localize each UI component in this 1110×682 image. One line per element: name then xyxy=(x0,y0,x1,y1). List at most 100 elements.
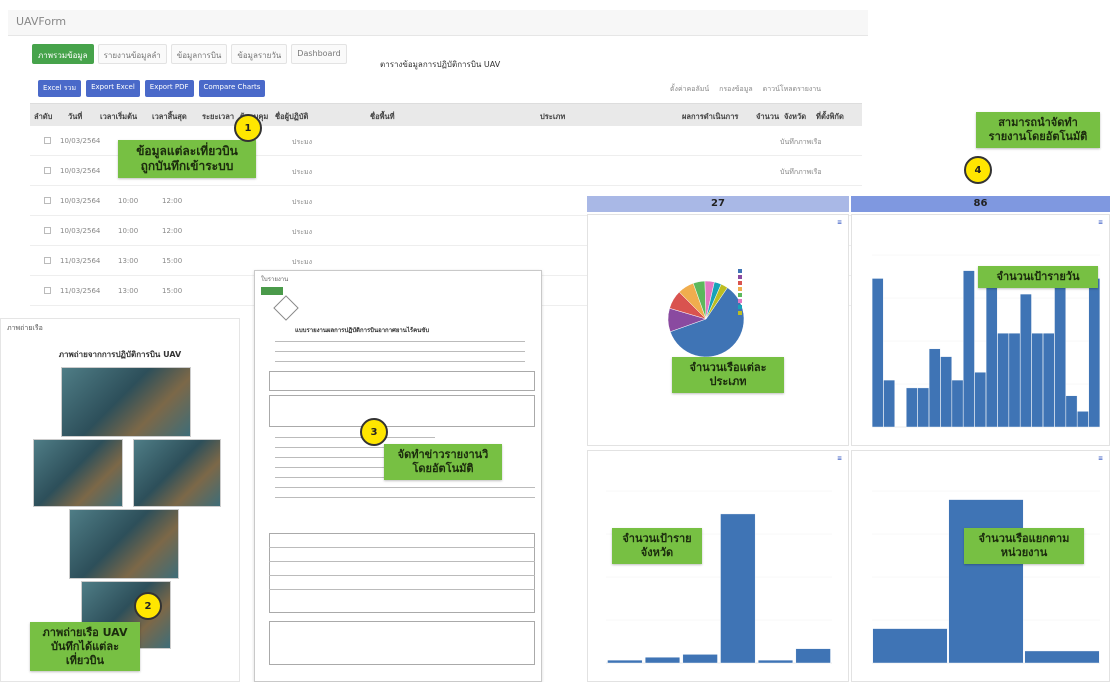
callout-province-targets: จำนวนเป้าราย จังหวัด xyxy=(612,528,702,564)
row-checkbox[interactable] xyxy=(44,197,51,204)
form-line xyxy=(275,497,535,498)
document-title: ใบรายงาน xyxy=(261,276,289,283)
col-header-duration[interactable]: ระยะเวลา xyxy=(202,111,234,123)
callout-agency-vessels: จำนวนเรือแยกตาม หน่วยงาน xyxy=(964,528,1084,564)
row-result: บันทึกภาพเรือ xyxy=(780,168,822,176)
row-checkbox[interactable] xyxy=(44,287,51,294)
tab-daily-data[interactable]: ข้อมูลรายวัน xyxy=(231,44,288,64)
step-marker-3: 3 xyxy=(360,418,388,446)
vessel-photo[interactable] xyxy=(133,439,221,507)
export-pdf-button[interactable]: Export PDF xyxy=(144,80,194,97)
col-header-area[interactable]: ชื่อพื้นที่ xyxy=(370,111,395,123)
province-bar-chart-card: ≡ xyxy=(587,450,849,682)
bar xyxy=(682,654,718,664)
photo-panel-title: ภาพถ่ายเรือ xyxy=(7,324,43,332)
legend-swatch xyxy=(738,269,742,273)
row-checkbox[interactable] xyxy=(44,137,51,144)
col-header-type[interactable]: ประเภท xyxy=(540,111,565,123)
row-result: บันทึกภาพเรือ xyxy=(780,138,822,146)
table-line xyxy=(269,575,535,576)
province-bar-chart xyxy=(606,490,832,664)
step-marker-4: 4 xyxy=(964,156,992,184)
row-checkbox[interactable] xyxy=(44,167,51,174)
grid-header: ลำดับ วันที่ เวลาเริ่มต้น เวลาสิ้นสุด ระ… xyxy=(30,104,862,126)
row-date: 10/03/2564 xyxy=(60,227,101,235)
app-title-bar: UAVForm xyxy=(8,10,868,36)
callout-vessel-types: จำนวนเรือแต่ละ ประเภท xyxy=(672,357,784,393)
table-line xyxy=(269,589,535,590)
bar xyxy=(1024,650,1100,664)
row-date: 10/03/2564 xyxy=(60,167,101,175)
columns-tool[interactable]: ตั้งค่าคอลัมน์ xyxy=(670,84,709,95)
bar xyxy=(1031,332,1044,428)
form-section xyxy=(269,371,535,391)
form-line xyxy=(275,487,535,488)
vessel-table xyxy=(269,533,535,613)
download-tool[interactable]: ดาวน์โหลดรายงาน xyxy=(763,84,821,95)
bar xyxy=(720,513,756,664)
bar xyxy=(906,387,918,428)
callout-auto-summary: สามารถนำจัดทำ รายงานโดยอัตโนมัติ xyxy=(976,112,1100,148)
col-header-start[interactable]: เวลาเริ่มต้น xyxy=(100,111,137,123)
row-type: ประมง xyxy=(292,258,312,266)
tab-bar: ภาพรวมข้อมูล รายงานข้อมูลลำ ข้อมูลการบิน… xyxy=(32,44,347,64)
legend-swatch xyxy=(738,305,742,309)
row-end: 15:00 xyxy=(162,257,183,265)
vessel-photo[interactable] xyxy=(61,367,191,437)
signature-section xyxy=(269,621,535,665)
col-header-date[interactable]: วันที่ xyxy=(68,111,82,123)
callout-flight-records: ข้อมูลแต่ละเที่ยวบิน ถูกบันทึกเข้าระบบ xyxy=(118,140,256,178)
grid-toolbar: ตั้งค่าคอลัมน์ กรองข้อมูล ดาวน์โหลดรายงา… xyxy=(670,84,821,95)
pie-chart-card: ≡ xyxy=(587,214,849,446)
form-line xyxy=(275,351,525,352)
filter-tool[interactable]: กรองข้อมูล xyxy=(719,84,753,95)
bar xyxy=(872,628,948,664)
col-header-index[interactable]: ลำดับ xyxy=(34,111,52,123)
table-line xyxy=(269,547,535,548)
vessel-photo[interactable] xyxy=(33,439,123,507)
vessel-photo[interactable] xyxy=(69,509,179,579)
bar xyxy=(917,387,930,428)
row-start: 10:00 xyxy=(118,197,139,205)
step-marker-2: 2 xyxy=(134,592,162,620)
agency-bar-chart xyxy=(872,490,1100,664)
col-header-end[interactable]: เวลาสิ้นสุด xyxy=(152,111,187,123)
stat-total-vessels: 27 xyxy=(587,196,849,212)
row-checkbox[interactable] xyxy=(44,227,51,234)
legend-swatch xyxy=(738,275,742,279)
row-date: 10/03/2564 xyxy=(60,137,101,145)
row-type: ประมง xyxy=(292,168,312,176)
step-marker-1: 1 xyxy=(234,114,262,142)
form-section xyxy=(269,395,535,427)
row-end: 12:00 xyxy=(162,227,183,235)
document-heading: แบบรายงานผลการปฏิบัติการบินอากาศยานไร้คน… xyxy=(295,327,430,334)
export-excel-button[interactable]: Export Excel xyxy=(86,80,140,97)
bar xyxy=(607,659,643,664)
col-header-province[interactable]: จังหวัด xyxy=(784,111,806,123)
bar xyxy=(985,270,998,428)
row-start: 13:00 xyxy=(118,287,139,295)
col-header-result[interactable]: ผลการดำเนินการ xyxy=(682,111,738,123)
tab-dashboard[interactable]: Dashboard xyxy=(291,44,347,64)
form-line xyxy=(275,361,525,362)
compare-charts-button[interactable]: Compare Charts xyxy=(198,80,266,97)
col-header-count[interactable]: จำนวน xyxy=(756,111,779,123)
legend-swatch xyxy=(738,287,742,291)
table-line xyxy=(269,561,535,562)
col-header-operator[interactable]: ชื่อผู้ปฏิบัติ xyxy=(275,111,308,123)
legend-swatch xyxy=(738,281,742,285)
tab-flight-data[interactable]: ข้อมูลการบิน xyxy=(170,44,228,64)
legend-swatch xyxy=(738,293,742,297)
excel-summary-button[interactable]: Excel รวม xyxy=(38,80,82,97)
document-toolbar xyxy=(261,287,283,295)
bar xyxy=(948,499,1024,664)
form-line xyxy=(275,437,435,438)
row-end: 12:00 xyxy=(162,197,183,205)
row-checkbox[interactable] xyxy=(44,257,51,264)
tab-overview[interactable]: ภาพรวมข้อมูล xyxy=(32,44,94,64)
row-date: 11/03/2564 xyxy=(60,257,101,265)
tab-vessel-report[interactable]: รายงานข้อมูลลำ xyxy=(97,44,167,64)
bar xyxy=(1054,286,1066,428)
col-header-coords[interactable]: ที่ตั้งพิกัด xyxy=(816,111,844,123)
agency-bar-chart-card: ≡ xyxy=(851,450,1110,682)
